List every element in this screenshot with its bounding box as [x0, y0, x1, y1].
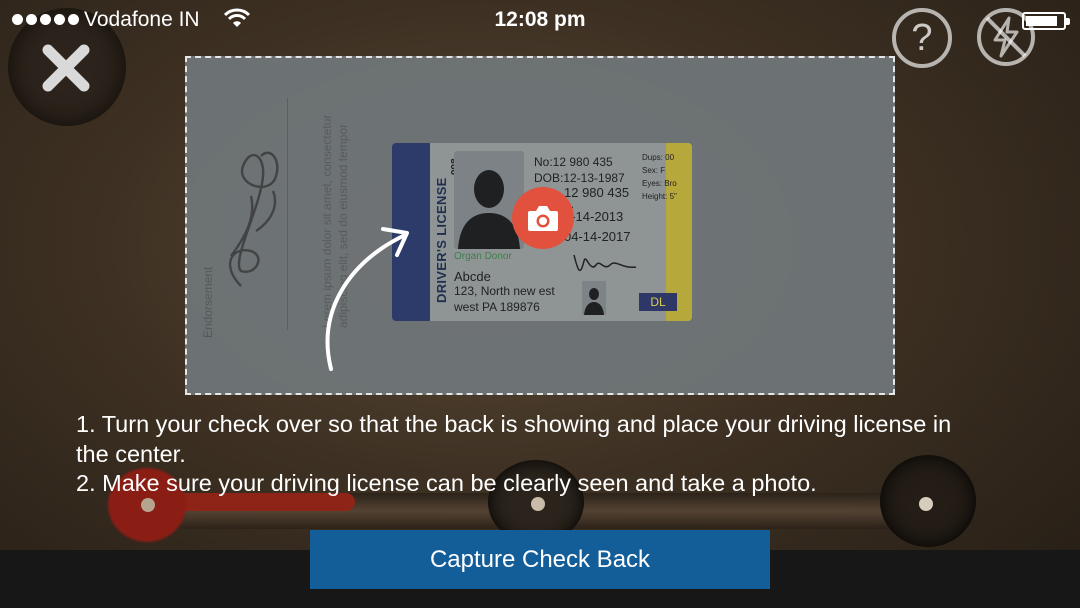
- license-organ-donor: Organ Donor: [454, 251, 512, 262]
- flash-off-icon[interactable]: [975, 6, 1037, 68]
- instructions: 1. Turn your check over so that the back…: [76, 410, 966, 499]
- license-address-line1: 123, North new est: [454, 284, 555, 298]
- camera-icon: [528, 206, 558, 231]
- help-button[interactable]: ?: [892, 8, 952, 68]
- license-title: DRIVER'S LICENSE: [434, 177, 449, 303]
- license-sex: Sex: F: [642, 166, 666, 175]
- camera-feed-object: [531, 497, 545, 511]
- instruction-step-1: 1. Turn your check over so that the back…: [76, 411, 952, 467]
- capture-check-back-button[interactable]: Capture Check Back: [310, 530, 770, 589]
- license-address-line2: west PA 189876: [454, 300, 540, 314]
- license-name: Abcde: [454, 269, 491, 284]
- instruction-step-2: 2. Make sure your driving license can be…: [76, 470, 817, 496]
- license-dl-badge: DL: [639, 293, 677, 311]
- camera-feed-object: [141, 498, 155, 512]
- close-icon[interactable]: [38, 40, 94, 96]
- camera-feed-object: [919, 497, 933, 511]
- curved-arrow-icon: [325, 227, 409, 371]
- license-dob: DOB:12-13-1987: [534, 171, 625, 185]
- license-dups: Dups: 00: [642, 153, 675, 162]
- license-thumbnail-photo: [582, 281, 606, 315]
- license-number: No:12 980 435: [534, 155, 613, 169]
- license-height: Height: 5": [642, 192, 677, 201]
- camera-button[interactable]: [512, 187, 574, 249]
- signature-image: [229, 151, 279, 287]
- license-signature: [573, 254, 637, 272]
- help-icon: ?: [911, 17, 933, 59]
- license-eyes: Eyes: Bro: [642, 179, 677, 188]
- capture-frame: Endorsement Lorem ipsum dolor sit amet, …: [185, 56, 895, 395]
